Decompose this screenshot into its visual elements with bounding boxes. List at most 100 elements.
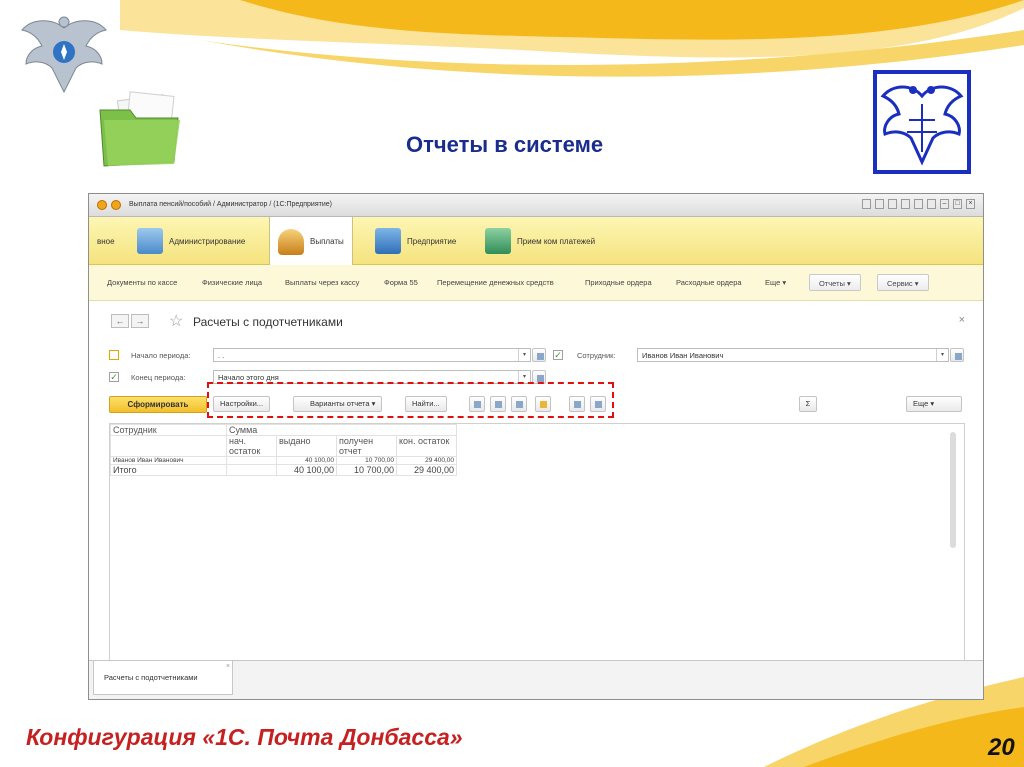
minimize-icon[interactable]: – <box>940 199 949 209</box>
cmd-expense-orders[interactable]: Расходные ордера <box>676 278 742 287</box>
dropdown-icon[interactable]: ▾ <box>936 349 948 361</box>
post-eagle-emblem-logo <box>873 70 971 174</box>
period-start-field[interactable]: . . ▾ <box>213 348 531 362</box>
cell-total-issued: 40 100,00 <box>276 464 337 476</box>
calendar-icon[interactable] <box>532 348 546 362</box>
report-subheader-row: нач. остаток выдано получен отчет кон. о… <box>110 435 457 457</box>
vertical-scrollbar[interactable] <box>950 432 956 548</box>
command-bar: Документы по кассе Физические лица Выпла… <box>89 265 983 301</box>
service-button[interactable]: Сервис ▾ <box>877 274 929 291</box>
section-label: Предприятие <box>407 236 457 246</box>
sum-button[interactable]: Σ <box>799 396 817 412</box>
form-close-icon[interactable]: × <box>959 314 965 326</box>
cell-total-label: Итого <box>110 464 227 476</box>
form-header: ← → ☆ Расчеты с подотчетниками × <box>101 312 971 332</box>
section-main[interactable]: вное <box>89 217 123 265</box>
generate-button[interactable]: Сформировать <box>109 396 207 413</box>
period-start-value: . . <box>218 351 225 360</box>
tab-close-icon[interactable]: × <box>226 663 230 670</box>
sections-panel: вное Администрирование Выплаты Предприят… <box>89 217 983 266</box>
app-window: Выплата пенсий/пособий / Администратор /… <box>88 193 984 700</box>
cell-total-start <box>226 464 277 476</box>
app-logo-icon[interactable] <box>97 200 107 210</box>
reports-button[interactable]: Отчеты ▾ <box>809 274 861 291</box>
cmd-more[interactable]: Еще ▾ <box>765 278 786 287</box>
admin-icon <box>137 228 163 254</box>
employee-label: Сотрудник: <box>577 351 616 360</box>
maximize-icon[interactable]: □ <box>953 199 962 209</box>
print-icon[interactable] <box>875 199 884 209</box>
green-folder-icon <box>99 91 180 167</box>
period-end-label: Конец периода: <box>131 373 186 382</box>
favorites-icon[interactable] <box>888 199 897 209</box>
period-start-label: Начало периода: <box>131 351 191 360</box>
forward-arrow-icon[interactable]: → <box>131 314 149 328</box>
col-end-balance: кон. остаток <box>396 435 457 457</box>
info-icon[interactable] <box>927 199 936 209</box>
top-swoosh-decoration <box>120 0 1024 77</box>
more-button[interactable]: Еще ▾ <box>906 396 962 412</box>
cell-start <box>226 456 277 465</box>
eagle-emblem-logo <box>21 16 107 94</box>
page-number: 20 <box>988 734 1015 761</box>
cmd-individuals[interactable]: Физические лица <box>202 278 262 287</box>
col-employee: Сотрудник <box>110 424 227 436</box>
favorite-star-icon[interactable]: ☆ <box>169 311 183 331</box>
cell-issued: 40 100,00 <box>276 456 337 465</box>
employee-checkbox[interactable]: ✓ <box>553 350 563 360</box>
form-title: Расчеты с подотчетниками <box>193 315 343 329</box>
history-icon[interactable] <box>901 199 910 209</box>
total-row[interactable]: Итого 40 100,00 10 700,00 29 400,00 <box>110 464 457 476</box>
col-issued: выдано <box>276 435 337 457</box>
payments-icon <box>278 228 304 255</box>
back-arrow-icon[interactable]: ← <box>111 314 129 328</box>
open-window-tab-label: Расчеты с подотчетниками <box>104 673 198 682</box>
more-label: Еще <box>913 399 929 408</box>
col-amount: Сумма <box>226 424 457 436</box>
footer-title: Конфигурация «1С. Почта Донбасса» <box>26 724 463 750</box>
cell-total-end: 29 400,00 <box>396 464 457 476</box>
calculator-icon[interactable] <box>914 199 923 209</box>
section-administration[interactable]: Администрирование <box>129 217 253 265</box>
open-icon[interactable] <box>950 348 964 362</box>
report-header-row: Сотрудник Сумма <box>110 424 457 436</box>
header-spacer <box>110 435 227 457</box>
cmd-cash-documents[interactable]: Документы по кассе <box>107 278 177 287</box>
cell-end: 29 400,00 <box>396 456 457 465</box>
save-icon[interactable] <box>862 199 871 209</box>
section-label: Прием ком платежей <box>517 236 596 246</box>
section-payments-receive[interactable]: Прием ком платежей <box>477 217 603 265</box>
section-enterprise[interactable]: Предприятие <box>367 217 464 265</box>
cmd-cash-transfer[interactable]: Перемещение денежных средств <box>437 278 554 287</box>
period-end-checkbox[interactable]: ✓ <box>109 372 119 382</box>
close-icon[interactable]: × <box>966 199 975 209</box>
section-label: Выплаты <box>310 237 344 246</box>
section-label: вное <box>97 236 115 246</box>
payments-receive-icon <box>485 228 511 254</box>
cmd-receipt-orders[interactable]: Приходные ордера <box>585 278 652 287</box>
enterprise-icon <box>375 228 401 254</box>
main-menu-icon[interactable] <box>111 200 121 210</box>
cell-employee: Иванов Иван Иванович <box>110 456 227 465</box>
period-start-checkbox[interactable] <box>109 350 119 360</box>
employee-value: Иванов Иван Иванович <box>642 351 724 360</box>
cmd-cash-payments[interactable]: Выплаты через кассу <box>285 278 359 287</box>
window-title: Выплата пенсий/пособий / Администратор /… <box>129 201 332 208</box>
cell-reported: 10 700,00 <box>336 456 397 465</box>
open-window-tab[interactable]: Расчеты с подотчетниками × <box>93 661 233 695</box>
section-label: Администрирование <box>169 236 246 246</box>
employee-field[interactable]: Иванов Иван Иванович ▾ <box>637 348 949 362</box>
open-windows-bar: Расчеты с подотчетниками × <box>89 660 983 699</box>
report-grid[interactable]: Сотрудник Сумма нач. остаток выдано полу… <box>109 423 965 685</box>
report-table: Сотрудник Сумма нач. остаток выдано полу… <box>110 424 457 476</box>
window-toolbar-icons: – □ × <box>862 199 975 209</box>
table-row[interactable]: Иванов Иван Иванович 40 100,00 10 700,00… <box>110 456 457 465</box>
dropdown-icon[interactable]: ▾ <box>518 349 530 361</box>
highlight-frame <box>207 382 614 418</box>
cell-total-reported: 10 700,00 <box>336 464 397 476</box>
cmd-form-55[interactable]: Форма 55 <box>384 278 418 287</box>
slide-title: Отчеты в системе <box>406 132 604 157</box>
col-reported: получен отчет <box>336 435 397 457</box>
section-payments[interactable]: Выплаты <box>269 217 353 266</box>
period-end-value: Начало этого дня <box>218 373 279 382</box>
